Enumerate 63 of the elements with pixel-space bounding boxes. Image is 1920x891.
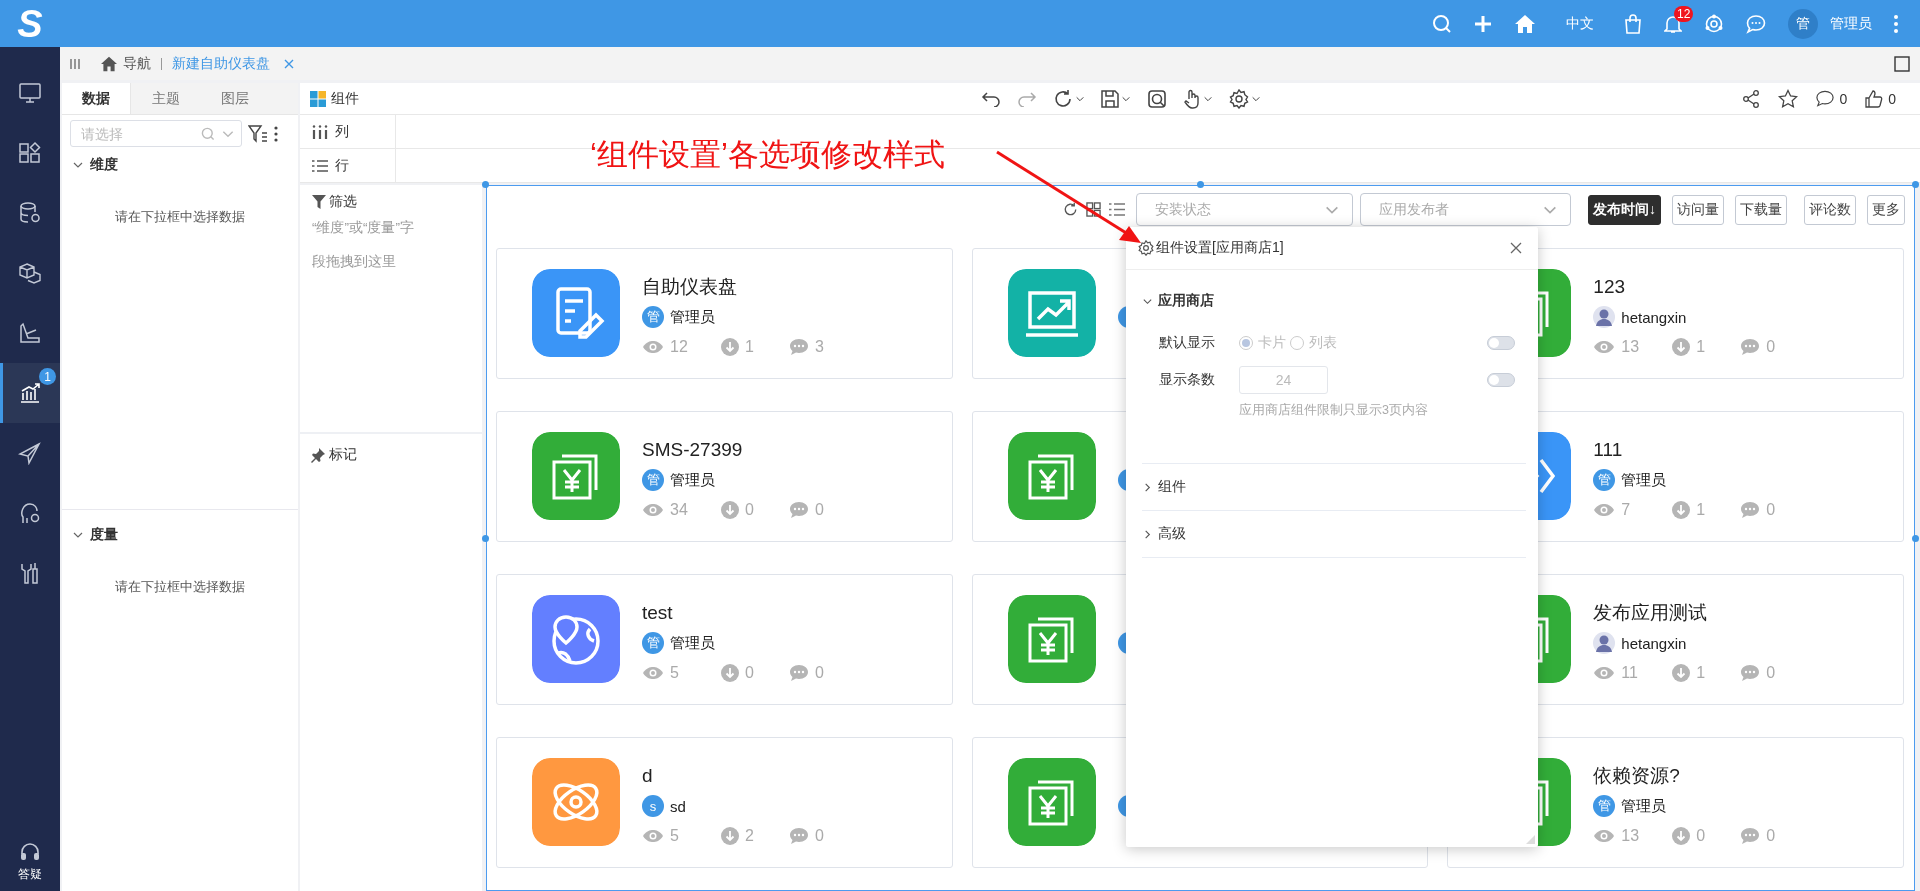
app-title: 111: [1593, 438, 1624, 462]
app-title: 发布应用测试: [1593, 601, 1709, 625]
marks-title: 标记: [329, 446, 357, 464]
comment-count: 0: [815, 827, 824, 845]
download-count: 2: [745, 827, 754, 845]
user-avatar: 管: [642, 306, 664, 328]
comment-count: 0: [1766, 501, 1776, 519]
comment-count: 0: [1766, 338, 1776, 356]
download-count: 0: [1696, 827, 1706, 845]
empty-message: 请在下拉框中选择数据: [114, 578, 246, 596]
view-count: 5: [670, 827, 679, 845]
user-avatar: 管: [1593, 795, 1616, 817]
app-title: test: [642, 601, 674, 625]
panel-title: 组件: [331, 89, 359, 108]
app-title: 依赖资源?: [1593, 764, 1681, 788]
empty-message: 请在下拉框中选择数据: [114, 208, 246, 226]
user-avatar: 管: [1593, 469, 1616, 491]
comment-count: 3: [815, 338, 824, 356]
dialog-title: 组件设置[应用商店1]: [1156, 239, 1284, 257]
rows-label: 行: [335, 156, 349, 175]
like-count: 0: [1888, 90, 1896, 107]
view-count: 11: [1621, 664, 1638, 682]
comment-count: 0: [815, 501, 824, 519]
comment-count: 0: [1766, 664, 1776, 682]
user-avatar: 管: [642, 469, 664, 491]
app-title: 123: [1593, 275, 1627, 299]
notification-badge: 12: [1674, 5, 1694, 22]
author-name: sd: [670, 797, 686, 815]
comment-count: 0: [815, 664, 824, 682]
comment-count: 0: [1766, 827, 1776, 845]
view-count: 5: [670, 664, 679, 682]
view-count: 12: [670, 338, 688, 356]
view-count: 7: [1621, 501, 1631, 519]
download-count: 1: [1696, 338, 1706, 356]
user-avatar: 管: [642, 632, 664, 654]
annotation-text: ‘组件设置’各选项修改样式: [590, 136, 945, 174]
author-name: 管理员: [670, 307, 715, 327]
filter-title: 筛选: [329, 193, 357, 211]
author-name: hetangxin: [1621, 634, 1687, 652]
field-label: 默认显示: [1159, 333, 1216, 352]
author-name: 管理员: [1621, 796, 1667, 816]
drop-hint: “维度”或“度量”字段拖拽到这里: [312, 219, 415, 271]
download-count: 0: [745, 501, 754, 519]
view-count: 34: [670, 501, 688, 519]
user-avatar: s: [642, 795, 664, 817]
view-count: 13: [1621, 827, 1640, 845]
author-name: 管理员: [670, 633, 715, 653]
hint-text: 应用商店组件限制只显示3页内容: [1239, 403, 1428, 417]
author-name: 管理员: [1621, 470, 1667, 490]
view-count: 13: [1621, 338, 1640, 356]
download-count: 1: [745, 338, 754, 356]
app-title: 自助仪表盘: [642, 275, 738, 299]
author-name: hetangxin: [1621, 308, 1687, 326]
download-count: 1: [1696, 501, 1706, 519]
app-title: SMS-27399: [642, 438, 744, 462]
download-count: 1: [1696, 664, 1706, 682]
comment-count: 0: [1839, 90, 1848, 107]
count-badge: 1: [39, 368, 56, 385]
field-label: 显示条数: [1159, 370, 1216, 389]
columns-label: 列: [335, 122, 349, 141]
download-count: 0: [745, 664, 754, 682]
app-title: d: [642, 764, 654, 788]
author-name: 管理员: [670, 470, 715, 490]
